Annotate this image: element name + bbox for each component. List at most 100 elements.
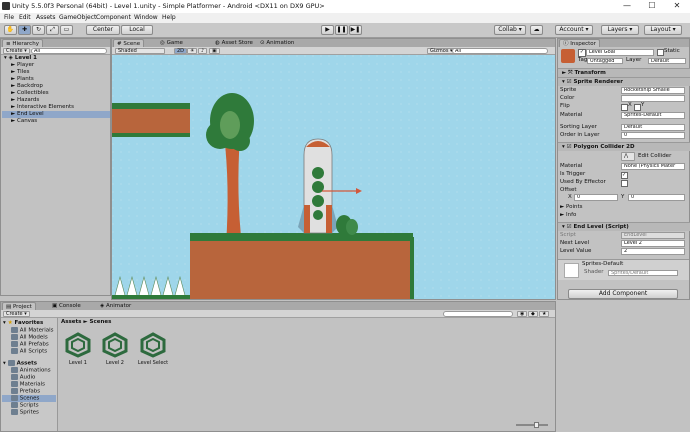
- scene-viewport[interactable]: [112, 55, 555, 299]
- hierarchy-create-button[interactable]: Create ▾: [3, 48, 30, 54]
- info-row[interactable]: ► Info: [560, 211, 688, 219]
- project-search-input[interactable]: [443, 311, 513, 317]
- order-field[interactable]: 0: [621, 132, 685, 139]
- shader-dropdown[interactable]: Sprites/Default: [608, 270, 678, 276]
- menu-window[interactable]: Window: [134, 14, 158, 21]
- tab-animator[interactable]: ◈ Animator: [97, 302, 134, 310]
- folder-materials[interactable]: Materials: [11, 381, 45, 388]
- folder-sprites[interactable]: Sprites: [11, 409, 39, 416]
- rect-tool-icon[interactable]: ▭: [60, 25, 73, 35]
- folder-prefabs[interactable]: Prefabs: [11, 388, 40, 395]
- hand-tool-icon[interactable]: ✋: [4, 25, 17, 35]
- folder-scripts[interactable]: Scripts: [11, 402, 39, 409]
- asset-level-select[interactable]: Level Select: [136, 332, 170, 366]
- favorite-all-materials[interactable]: All Materials: [11, 327, 54, 334]
- hierarchy-item-player[interactable]: ► Player: [11, 62, 34, 69]
- object-name-field[interactable]: Level Goal: [586, 49, 654, 56]
- filter-label-icon[interactable]: ◆: [528, 311, 538, 317]
- layer-dropdown[interactable]: Default: [648, 58, 686, 64]
- maximize-button[interactable]: ☐: [642, 1, 662, 10]
- icon-size-slider[interactable]: [516, 422, 548, 428]
- move-tool-icon[interactable]: ✚: [18, 25, 31, 35]
- effects-toggle-icon[interactable]: ▣: [209, 48, 220, 54]
- hierarchy-item-collectibles[interactable]: ► Collectibles: [11, 90, 49, 97]
- active-checkbox[interactable]: ✓: [578, 49, 586, 57]
- edit-collider-icon[interactable]: ⋀: [621, 152, 635, 161]
- sprite-field[interactable]: Rocketship Smalle: [621, 87, 685, 94]
- hierarchy-item-hazards[interactable]: ► Hazards: [11, 97, 39, 104]
- tab-inspector[interactable]: ⓘ Inspector: [559, 39, 600, 47]
- menu-file[interactable]: File: [4, 14, 14, 21]
- tab-asset-store[interactable]: ◍ Asset Store: [212, 39, 256, 47]
- flip-x-checkbox[interactable]: [621, 104, 628, 111]
- account-dropdown[interactable]: Account ▾: [555, 25, 593, 35]
- project-create-button[interactable]: Create ▾: [3, 311, 30, 317]
- offset-y-field[interactable]: 0: [628, 194, 685, 201]
- layers-dropdown[interactable]: Layers ▾: [601, 25, 639, 35]
- pause-button[interactable]: ❚❚: [335, 25, 348, 35]
- asset-level-1[interactable]: Level 1: [63, 332, 93, 366]
- polygon-collider-header[interactable]: ▾ ☑ Polygon Collider 2D: [558, 142, 690, 151]
- tab-project[interactable]: ▤ Project: [2, 302, 36, 310]
- tab-console[interactable]: ▣ Console: [49, 302, 84, 310]
- scene-search-input[interactable]: All: [452, 48, 548, 54]
- material-field[interactable]: Sprites-Default: [621, 112, 685, 119]
- collab-button[interactable]: Collab ▾: [494, 25, 526, 35]
- lighting-toggle-icon[interactable]: ☀: [187, 48, 198, 54]
- breadcrumb-current[interactable]: Scenes: [90, 319, 112, 325]
- transform-header[interactable]: ► ⤧ Transform: [558, 68, 690, 77]
- step-button[interactable]: ▶❚: [349, 25, 362, 35]
- audio-toggle-icon[interactable]: ♪: [198, 48, 208, 54]
- tab-animation[interactable]: ⊙ Animation: [257, 39, 297, 47]
- star-icon[interactable]: ★: [539, 311, 550, 317]
- menu-help[interactable]: Help: [162, 14, 176, 21]
- favorite-all-scripts[interactable]: All Scripts: [11, 348, 47, 355]
- assets-root-item[interactable]: ▾ Assets: [3, 360, 37, 367]
- menu-component[interactable]: Component: [96, 14, 131, 21]
- cloud-icon[interactable]: ☁: [530, 25, 543, 35]
- tab-scene[interactable]: # Scene: [113, 39, 145, 47]
- level-value-field[interactable]: 2: [621, 248, 685, 255]
- hierarchy-item-canvas[interactable]: ► Canvas: [11, 118, 37, 125]
- menu-edit[interactable]: Edit: [19, 14, 31, 21]
- filter-type-icon[interactable]: ◉: [517, 311, 528, 317]
- rocketship-sprite[interactable]: [298, 138, 338, 234]
- color-swatch[interactable]: [621, 95, 685, 102]
- hierarchy-item-interactive[interactable]: ► Interactive Elements: [11, 104, 74, 111]
- hierarchy-item-tiles[interactable]: ► Tiles: [11, 69, 29, 76]
- next-level-field[interactable]: Level 2: [621, 240, 685, 247]
- play-button[interactable]: ▶: [321, 25, 334, 35]
- minimize-button[interactable]: —: [617, 1, 637, 10]
- end-level-script-header[interactable]: ▾ ☑ End Level (Script): [558, 222, 690, 231]
- hierarchy-item-backdrop[interactable]: ► Backdrop: [11, 83, 43, 90]
- close-button[interactable]: ✕: [667, 1, 687, 10]
- asset-level-2[interactable]: Level 2: [100, 332, 130, 366]
- flip-y-checkbox[interactable]: [634, 104, 641, 111]
- tab-game[interactable]: ◎ Game: [157, 39, 186, 47]
- sorting-layer-dropdown[interactable]: Default: [621, 124, 685, 131]
- points-row[interactable]: ► Points: [560, 203, 688, 211]
- space-toggle[interactable]: Local: [121, 25, 153, 35]
- scene-root-item[interactable]: ▾ ◈ Level 1: [4, 55, 37, 62]
- tab-hierarchy[interactable]: ≡ Hierarchy: [2, 39, 43, 47]
- add-component-button[interactable]: Add Component: [568, 289, 678, 299]
- hierarchy-item-end-level[interactable]: ► End Level: [2, 111, 110, 118]
- collider-material-field[interactable]: None (Physics Mater: [621, 163, 685, 170]
- favorite-all-models[interactable]: All Models: [11, 334, 48, 341]
- rotate-tool-icon[interactable]: ↻: [32, 25, 45, 35]
- shading-mode-dropdown[interactable]: Shaded: [115, 48, 165, 54]
- hierarchy-search-input[interactable]: All: [31, 48, 107, 54]
- icon-size-slider-thumb[interactable]: [534, 422, 539, 428]
- tag-dropdown[interactable]: Untagged: [587, 58, 623, 64]
- breadcrumb-root[interactable]: Assets: [61, 319, 81, 325]
- folder-animations[interactable]: Animations: [11, 367, 51, 374]
- menu-assets[interactable]: Assets: [36, 14, 56, 21]
- hierarchy-item-plants[interactable]: ► Plants: [11, 76, 34, 83]
- offset-x-field[interactable]: 0: [574, 194, 618, 201]
- pivot-toggle[interactable]: Center: [86, 25, 120, 35]
- sprite-renderer-header[interactable]: ▾ ☑ Sprite Renderer: [558, 77, 690, 86]
- static-checkbox[interactable]: [657, 49, 664, 56]
- folder-audio[interactable]: Audio: [11, 374, 35, 381]
- scale-tool-icon[interactable]: ⤢: [46, 25, 59, 35]
- mode-2d-toggle[interactable]: 2D: [174, 48, 188, 54]
